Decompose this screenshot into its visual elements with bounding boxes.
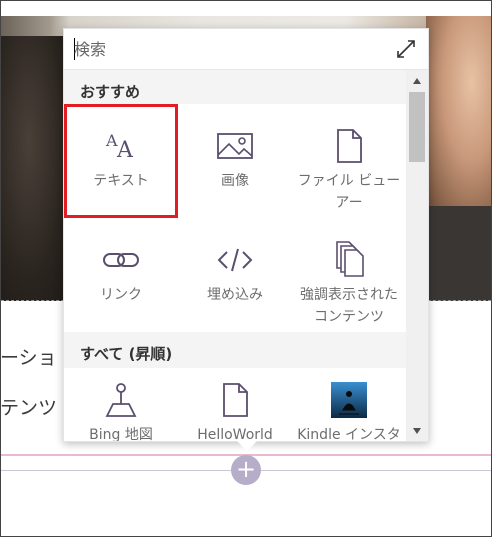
webpart-picker: おすすめ A A テキスト 画像 [63, 28, 429, 442]
file-viewer-icon [337, 129, 362, 163]
image-icon [217, 133, 253, 159]
all-grid: Bing 地図 HelloWorld Kindle インスタント プレビュー [64, 368, 406, 441]
webpart-tile-link[interactable]: リンク [64, 218, 178, 332]
webpart-label: 画像 [221, 173, 249, 189]
webpart-tile-helloworld[interactable]: HelloWorld [178, 368, 292, 441]
webpart-label: Bing 地図 [89, 427, 153, 441]
webpart-label: ファイル ビューアー [297, 173, 401, 211]
recommended-grid: A A テキスト 画像 ファイル ビューアー リンク 埋め込み 強調表示されたコ… [64, 104, 406, 332]
section-title-recommended: おすすめ [80, 83, 141, 101]
webpart-label: HelloWorld [197, 427, 273, 441]
map-pin-icon [105, 383, 137, 417]
embed-icon [217, 248, 253, 272]
webpart-tile-text[interactable]: A A テキスト [64, 104, 178, 218]
scroll-up-arrow-icon[interactable] [413, 78, 421, 84]
page-text-fragment: テンツ [0, 397, 58, 419]
kindle-icon [331, 382, 367, 418]
search-bar [64, 29, 428, 70]
webpart-list: おすすめ A A テキスト 画像 ファイル ビューアー リンク 埋め込み 強調表… [64, 70, 406, 441]
scroll-down-arrow-icon[interactable] [413, 428, 421, 434]
picker-pointer [237, 441, 257, 451]
scrollbar-thumb[interactable] [409, 92, 425, 162]
webpart-label: テキスト [93, 173, 149, 189]
document-icon [223, 383, 248, 417]
link-icon [103, 253, 139, 267]
hero-right-shadow [426, 206, 491, 301]
page-text-fragment: ーショ [0, 347, 57, 369]
webpart-label: 強調表示されたコンテンツ [300, 287, 398, 325]
webpart-tile-image[interactable]: 画像 [178, 104, 292, 218]
search-input[interactable] [74, 37, 374, 61]
scrollbar[interactable] [406, 70, 428, 441]
webpart-label: 埋め込み [207, 287, 263, 303]
highlighted-content-icon [336, 241, 364, 277]
hero-person-right [426, 16, 491, 206]
webpart-tile-kindle[interactable]: Kindle インスタント プレビュー [292, 368, 406, 441]
webpart-tile-bing-maps[interactable]: Bing 地図 [64, 368, 178, 441]
hero-person-left [1, 36, 71, 301]
webpart-tile-file-viewer[interactable]: ファイル ビューアー [292, 104, 406, 218]
add-section-button[interactable]: + [231, 455, 261, 485]
webpart-tile-highlighted-content[interactable]: 強調表示されたコンテンツ [292, 218, 406, 332]
webpart-tile-embed[interactable]: 埋め込み [178, 218, 292, 332]
text-icon: A A [105, 131, 134, 163]
webpart-label: Kindle インスタント プレビュー [297, 427, 401, 441]
webpart-label: リンク [100, 287, 142, 303]
svg-text:A: A [116, 138, 134, 163]
expand-icon[interactable] [395, 38, 417, 60]
section-title-all: すべて (昇順) [80, 345, 173, 363]
